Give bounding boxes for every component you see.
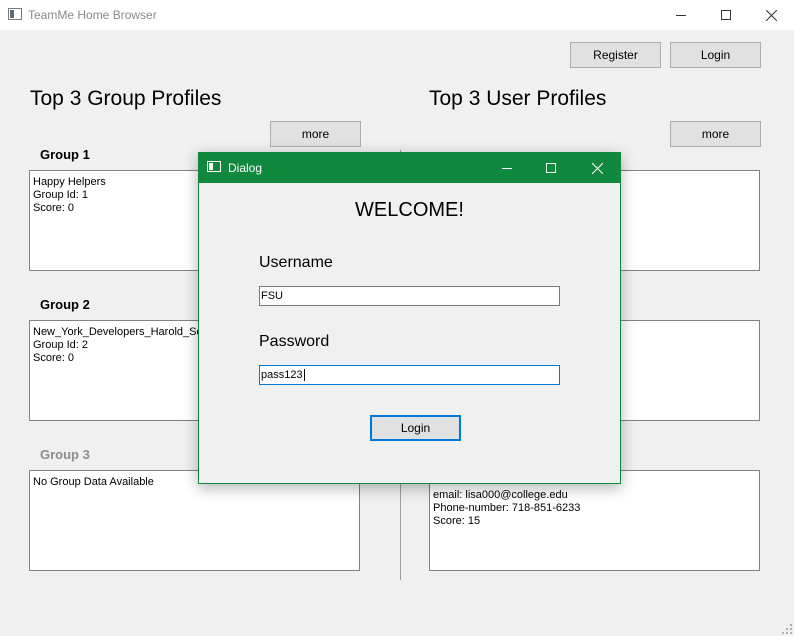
group-2-label: Group 2 xyxy=(40,297,90,312)
welcome-heading: WELCOME! xyxy=(355,199,464,221)
maximize-icon[interactable] xyxy=(703,0,749,30)
users-more-button[interactable]: more xyxy=(670,121,761,147)
app-icon xyxy=(8,8,22,20)
password-value: pass123 xyxy=(261,369,303,381)
user-3-details: email: lisa000@college.edu Phone-number:… xyxy=(429,470,760,571)
close-icon[interactable] xyxy=(748,0,794,30)
username-value: FSU xyxy=(261,290,283,302)
window-titlebar: TeamMe Home Browser xyxy=(0,0,794,30)
register-button[interactable]: Register xyxy=(570,42,661,68)
resize-grip-icon[interactable] xyxy=(782,624,792,634)
dialog-close-icon[interactable] xyxy=(574,153,620,183)
user-profiles-title: Top 3 User Profiles xyxy=(429,87,607,110)
dialog-titlebar: Dialog xyxy=(199,153,620,183)
login-button[interactable]: Login xyxy=(670,42,761,68)
password-input[interactable]: pass123 xyxy=(259,365,560,385)
dialog-title: Dialog xyxy=(228,161,263,175)
dialog-maximize-icon[interactable] xyxy=(528,153,574,183)
window-title: TeamMe Home Browser xyxy=(28,8,157,22)
text-caret xyxy=(303,369,305,382)
group-profiles-title: Top 3 Group Profiles xyxy=(30,87,222,110)
username-label: Username xyxy=(259,254,333,271)
group-3-label: Group 3 xyxy=(40,447,90,462)
dialog-app-icon xyxy=(207,161,221,172)
groups-more-button[interactable]: more xyxy=(270,121,361,147)
password-label: Password xyxy=(259,333,330,350)
minimize-icon[interactable] xyxy=(658,0,704,30)
group-3-details: No Group Data Available xyxy=(29,470,360,571)
dialog-login-button[interactable]: Login xyxy=(370,415,461,441)
username-input[interactable]: FSU xyxy=(259,286,560,306)
login-dialog: Dialog WELCOME! Username FSU Password pa… xyxy=(198,152,621,484)
dialog-minimize-icon[interactable] xyxy=(484,153,530,183)
group-1-label: Group 1 xyxy=(40,147,90,162)
